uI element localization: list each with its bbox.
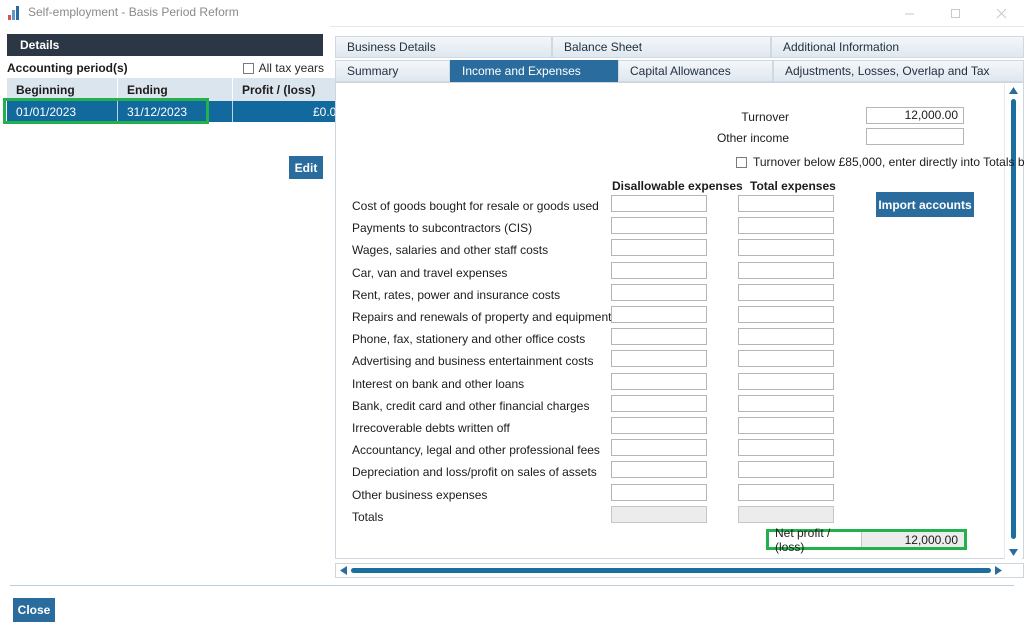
scroll-left-icon[interactable] bbox=[337, 564, 350, 577]
disallowable-expense-input[interactable] bbox=[611, 217, 707, 235]
column-header-beginning[interactable]: Beginning bbox=[7, 78, 118, 101]
total-expense-input[interactable] bbox=[738, 195, 834, 212]
total-expense-input[interactable] bbox=[738, 439, 834, 457]
other-income-label: Other income bbox=[716, 131, 789, 145]
turnover-input[interactable]: 12,000.00 bbox=[866, 107, 964, 124]
secondary-tab-row: Summary Income and Expenses Capital Allo… bbox=[335, 60, 1024, 82]
edit-button[interactable]: Edit bbox=[289, 156, 323, 179]
all-tax-years-label: All tax years bbox=[258, 61, 324, 75]
horizontal-scroll-thumb[interactable] bbox=[351, 568, 991, 573]
accounting-periods-table[interactable]: Beginning Ending Profit / (loss) 01/01/2… bbox=[7, 78, 352, 122]
column-header-ending[interactable]: Ending bbox=[117, 78, 233, 101]
net-profit-label: Net profit / (loss) bbox=[769, 526, 861, 554]
minimize-icon[interactable] bbox=[886, 0, 932, 26]
expense-row-label: Totals bbox=[352, 509, 384, 524]
expense-row-label: Rent, rates, power and insurance costs bbox=[352, 287, 561, 302]
footer-divider bbox=[10, 585, 1014, 586]
disallowable-expense-input[interactable] bbox=[611, 417, 707, 434]
total-expense-input bbox=[738, 505, 834, 523]
close-button[interactable]: Close bbox=[13, 598, 55, 622]
total-expense-input[interactable] bbox=[738, 328, 834, 346]
other-income-input[interactable] bbox=[866, 128, 964, 145]
disallowable-expense-input[interactable] bbox=[611, 239, 707, 257]
expense-row-label: Wages, salaries and other staff costs bbox=[352, 243, 549, 258]
total-expense-input[interactable] bbox=[738, 394, 834, 412]
expense-row-label: Irrecoverable debts written off bbox=[352, 421, 510, 435]
disallowable-expense-input[interactable] bbox=[611, 283, 707, 301]
total-expense-input[interactable] bbox=[738, 306, 834, 323]
total-expense-input[interactable] bbox=[738, 283, 834, 301]
total-expense-input[interactable] bbox=[738, 261, 834, 279]
tab-income-and-expenses[interactable]: Income and Expenses bbox=[450, 60, 618, 82]
cell-beginning[interactable]: 01/01/2023 bbox=[7, 101, 118, 122]
horizontal-scrollbar[interactable] bbox=[335, 563, 1024, 578]
details-panel: Details Accounting period(s) All tax yea… bbox=[0, 26, 352, 571]
disallowable-expense-input[interactable] bbox=[611, 483, 707, 501]
total-expense-input[interactable] bbox=[738, 372, 834, 390]
turnover-below-threshold-label: Turnover below £85,000, enter directly i… bbox=[753, 155, 1024, 169]
expense-row-label: Cost of goods bought for resale or goods… bbox=[352, 199, 599, 213]
tab-capital-allowances[interactable]: Capital Allowances bbox=[618, 60, 773, 82]
close-icon[interactable] bbox=[978, 0, 1024, 26]
accounting-periods-label: Accounting period(s) bbox=[7, 61, 128, 75]
disallowable-expense-input[interactable] bbox=[611, 328, 707, 346]
disallowable-expense-input[interactable] bbox=[611, 439, 707, 457]
expense-row-label: Interest on bank and other loans bbox=[352, 376, 525, 391]
expense-row-label: Phone, fax, stationery and other office … bbox=[352, 332, 586, 347]
disallowable-expense-input[interactable] bbox=[611, 350, 707, 368]
details-panel-header: Details bbox=[7, 34, 323, 56]
turnover-label: Turnover bbox=[741, 110, 789, 124]
turnover-below-threshold-checkbox[interactable]: Turnover below £85,000, enter directly i… bbox=[736, 155, 1024, 169]
title-bar: Self-employment - Basis Period Reform bbox=[0, 0, 1024, 27]
disallowable-expense-input bbox=[611, 505, 707, 523]
scroll-up-icon[interactable] bbox=[1005, 84, 1022, 97]
scroll-down-icon[interactable] bbox=[1005, 546, 1022, 559]
tab-summary[interactable]: Summary bbox=[335, 60, 450, 82]
bar-chart-icon bbox=[8, 6, 23, 20]
disallowable-expense-input[interactable] bbox=[611, 195, 707, 212]
expense-row-label: Bank, credit card and other financial ch… bbox=[352, 398, 590, 413]
total-expense-input[interactable] bbox=[738, 417, 834, 434]
all-tax-years-checkbox[interactable]: All tax years bbox=[242, 61, 324, 75]
net-profit-group: Net profit / (loss) 12,000.00 bbox=[766, 526, 967, 554]
primary-tab-row: Business Details Balance Sheet Additiona… bbox=[335, 36, 1024, 58]
import-accounts-button[interactable]: Import accounts bbox=[876, 192, 974, 217]
disallowable-expense-input[interactable] bbox=[611, 394, 707, 412]
disallowable-expense-input[interactable] bbox=[611, 261, 707, 279]
window-title: Self-employment - Basis Period Reform bbox=[28, 5, 239, 19]
table-row[interactable]: 01/01/2023 31/12/2023 £0.00 bbox=[7, 101, 352, 122]
checkbox-icon[interactable] bbox=[242, 62, 254, 74]
disallowable-expense-input[interactable] bbox=[611, 372, 707, 390]
column-header-total-expenses: Total expenses bbox=[750, 179, 836, 193]
cell-ending[interactable]: 31/12/2023 bbox=[117, 101, 233, 122]
details-panel-title: Details bbox=[20, 38, 60, 52]
tab-business-details[interactable]: Business Details bbox=[335, 36, 552, 58]
disallowable-expense-input[interactable] bbox=[611, 306, 707, 323]
tab-additional-information[interactable]: Additional Information bbox=[771, 36, 1024, 58]
scroll-right-icon[interactable] bbox=[992, 564, 1005, 577]
total-expense-input[interactable] bbox=[738, 461, 834, 479]
tab-adjustments-losses-overlap-tax[interactable]: Adjustments, Losses, Overlap and Tax bbox=[773, 60, 1024, 82]
table-header-row: Beginning Ending Profit / (loss) bbox=[7, 78, 352, 101]
expense-row-label: Car, van and travel expenses bbox=[352, 265, 508, 280]
total-expense-input[interactable] bbox=[738, 350, 834, 368]
expense-row-label: Other business expenses bbox=[352, 487, 488, 502]
expense-row-label: Accountancy, legal and other professiona… bbox=[352, 443, 600, 458]
checkbox-icon[interactable] bbox=[736, 156, 747, 168]
expense-row-label: Repairs and renewals of property and equ… bbox=[352, 310, 612, 324]
disallowable-expense-input[interactable] bbox=[611, 461, 707, 479]
total-expense-input[interactable] bbox=[738, 483, 834, 501]
expense-row-label: Depreciation and loss/profit on sales of… bbox=[352, 465, 597, 480]
expense-row-label: Payments to subcontractors (CIS) bbox=[352, 221, 533, 236]
expense-row-label: Advertising and business entertainment c… bbox=[352, 354, 594, 369]
column-header-disallowable-expenses: Disallowable expenses bbox=[612, 179, 743, 193]
net-profit-value: 12,000.00 bbox=[861, 532, 964, 547]
tab-balance-sheet[interactable]: Balance Sheet bbox=[552, 36, 771, 58]
total-expense-input[interactable] bbox=[738, 239, 834, 257]
total-expense-input[interactable] bbox=[738, 217, 834, 235]
maximize-icon[interactable] bbox=[932, 0, 978, 26]
